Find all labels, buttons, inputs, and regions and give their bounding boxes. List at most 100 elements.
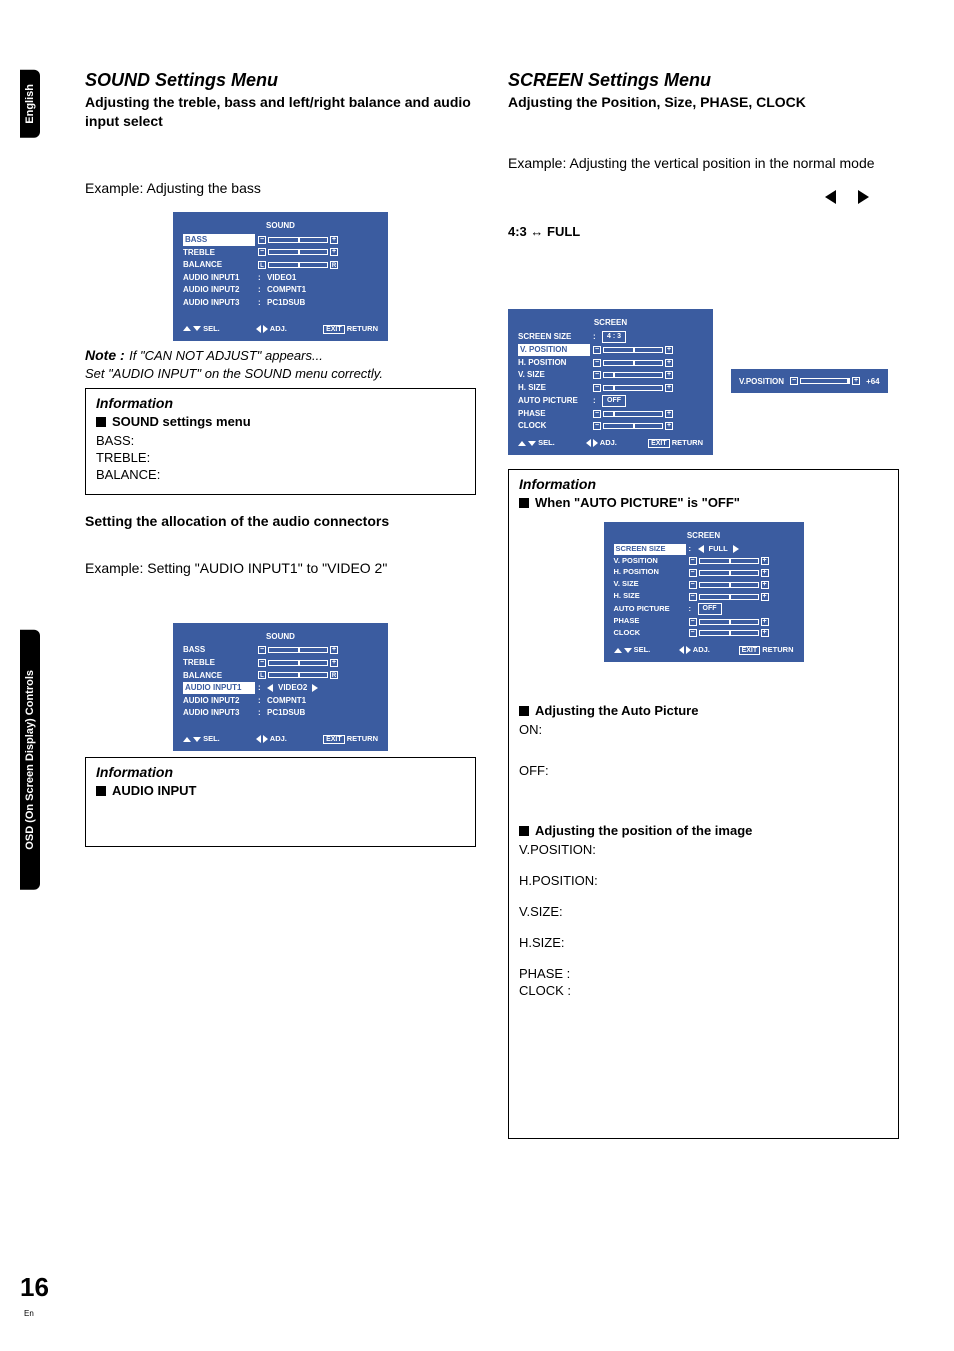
- osd-in-footer: SEL. ADJ. EXIT RETURN: [614, 645, 794, 656]
- osd-sound-1: SOUND BASS −+ TREBLE −+ BALANCE LR AUDIO…: [173, 212, 388, 340]
- osd1-footer: SEL. ADJ. EXIT RETURN: [183, 324, 378, 335]
- tri-left-icon: [698, 545, 704, 553]
- in-ap: AUTO PICTURE: [614, 604, 686, 615]
- info1-treble: TREBLE:: [96, 450, 465, 465]
- osd2-balance: BALANCE: [183, 670, 255, 682]
- pos-vs: V.SIZE:: [519, 904, 888, 919]
- r-cl: CLOCK: [518, 420, 590, 432]
- tri-right-icon: [733, 545, 739, 553]
- osd1-ai1-label: AUDIO INPUT1: [183, 272, 255, 284]
- slider-icon: −+: [258, 248, 338, 256]
- ap-off: OFF:: [519, 763, 888, 778]
- info2-title: Information: [96, 764, 465, 780]
- slider-icon: −+: [689, 557, 769, 565]
- left-column: SOUND Settings Menu Adjusting the treble…: [85, 70, 476, 1139]
- in-ss: SCREEN SIZE: [614, 544, 686, 555]
- osd2-title: SOUND: [183, 631, 378, 643]
- info-box-screen: Information When "AUTO PICTURE" is "OFF"…: [508, 469, 899, 1139]
- osd2-footer: SEL. ADJ. EXIT RETURN: [183, 734, 378, 745]
- r-ap-val: OFF: [602, 395, 626, 407]
- pos-cl: CLOCK :: [519, 983, 888, 998]
- info2-sub: AUDIO INPUT: [112, 783, 197, 798]
- osd-screen-1: SCREEN SCREEN SIZE:4 : 3 V. POSITION−+ H…: [508, 309, 713, 455]
- pos-vp: V.POSITION:: [519, 842, 888, 857]
- in-ss-val: FULL: [709, 544, 728, 555]
- slider-icon: −+: [593, 371, 673, 379]
- osd2-ai1-val: VIDEO2: [278, 682, 307, 694]
- aspect-text: 4:3 ↔ FULL: [508, 224, 580, 239]
- osd2-ai2: AUDIO INPUT2: [183, 695, 255, 707]
- in-ap-val: OFF: [698, 603, 722, 615]
- info1-sub: SOUND settings menu: [112, 414, 251, 429]
- in-vp: V. POSITION: [614, 556, 686, 567]
- slider-icon: −+: [689, 629, 769, 637]
- r-ss: SCREEN SIZE: [518, 331, 590, 343]
- slider-icon: −+: [258, 659, 338, 667]
- r-ph: PHASE: [518, 408, 590, 420]
- info-title-1: Information: [96, 395, 465, 411]
- slider-icon: −+: [689, 569, 769, 577]
- r-vp: V. POSITION: [518, 344, 590, 356]
- ap-on: ON:: [519, 722, 888, 737]
- in-cl: CLOCK: [614, 628, 686, 639]
- osd-in-title: SCREEN: [614, 530, 794, 542]
- osd1-ai1-val: VIDEO1: [267, 272, 296, 284]
- in-hp: H. POSITION: [614, 567, 686, 578]
- osd2-ai3-val: PC1DSUB: [267, 707, 305, 719]
- r-hp: H. POSITION: [518, 357, 590, 369]
- osd-vposition-mini: V.POSITION −+ +64: [731, 369, 888, 393]
- osd1-ai3-label: AUDIO INPUT3: [183, 297, 255, 309]
- slider-icon: −+: [593, 410, 673, 418]
- info-scr-title: Information: [519, 476, 888, 492]
- tri-right-black-icon: [858, 190, 869, 204]
- square-icon: [519, 826, 529, 836]
- info-box-sound: Information SOUND settings menu BASS: TR…: [85, 388, 476, 495]
- slider-icon: −+: [593, 359, 673, 367]
- osd2-treble: TREBLE: [183, 657, 255, 669]
- page-number: 16: [20, 1272, 49, 1302]
- mini-vp-label: V.POSITION: [739, 377, 784, 386]
- slider-icon: −+: [689, 581, 769, 589]
- square-icon: [519, 498, 529, 508]
- slider-icon: −+: [593, 422, 673, 430]
- osd2-ai2-val: COMPNT1: [267, 695, 306, 707]
- square-icon: [519, 706, 529, 716]
- page-footer: 16 En: [20, 1272, 49, 1321]
- osd-scr-footer: SEL. ADJ. EXIT RETURN: [518, 438, 703, 449]
- osd2-ai1: AUDIO INPUT1: [183, 682, 255, 694]
- info-scr-sub: When "AUTO PICTURE" is "OFF": [535, 495, 740, 510]
- adj-auto-pic: Adjusting the Auto Picture: [535, 703, 698, 718]
- osd1-title: SOUND: [183, 220, 378, 232]
- osd1-ai3-val: PC1DSUB: [267, 297, 305, 309]
- slider-icon: −+: [689, 593, 769, 601]
- tri-left-icon: [267, 684, 273, 692]
- pos-hp: H.POSITION:: [519, 873, 888, 888]
- example-ai1: Example: Setting "AUDIO INPUT1" to "VIDE…: [85, 559, 476, 579]
- screen-menu-subhead: Adjusting the Position, Size, PHASE, CLO…: [508, 93, 899, 112]
- slider-icon: −+: [258, 236, 338, 244]
- r-vs: V. SIZE: [518, 369, 590, 381]
- side-tab-osd: OSD (On Screen Display) Controls: [20, 630, 40, 890]
- osd1-balance-label: BALANCE: [183, 259, 255, 271]
- info1-balance: BALANCE:: [96, 467, 465, 482]
- square-icon: [96, 786, 106, 796]
- note-body-2: Set "AUDIO INPUT" on the SOUND menu corr…: [85, 365, 476, 383]
- info-box-audio-input: Information AUDIO INPUT: [85, 757, 476, 847]
- section-allocation: Setting the allocation of the audio conn…: [85, 513, 476, 529]
- r-ap: AUTO PICTURE: [518, 395, 590, 407]
- slider-icon: −+: [593, 346, 673, 354]
- info1-bass: BASS:: [96, 433, 465, 448]
- r-ss-val: 4 : 3: [602, 331, 626, 343]
- screen-menu-heading: SCREEN Settings Menu: [508, 70, 899, 91]
- example-vpos: Example: Adjusting the vertical position…: [508, 154, 899, 174]
- pos-hs: H.SIZE:: [519, 935, 888, 950]
- pos-ph: PHASE :: [519, 966, 888, 981]
- osd2-ai3: AUDIO INPUT3: [183, 707, 255, 719]
- osd1-treble-label: TREBLE: [183, 247, 255, 259]
- osd1-bass-label: BASS: [183, 234, 255, 246]
- sound-menu-subhead: Adjusting the treble, bass and left/righ…: [85, 93, 476, 131]
- tri-right-icon: [312, 684, 318, 692]
- slider-icon: −+: [593, 384, 673, 392]
- note-body-1: If "CAN NOT ADJUST" appears...: [129, 348, 323, 363]
- example-bass: Example: Adjusting the bass: [85, 179, 476, 199]
